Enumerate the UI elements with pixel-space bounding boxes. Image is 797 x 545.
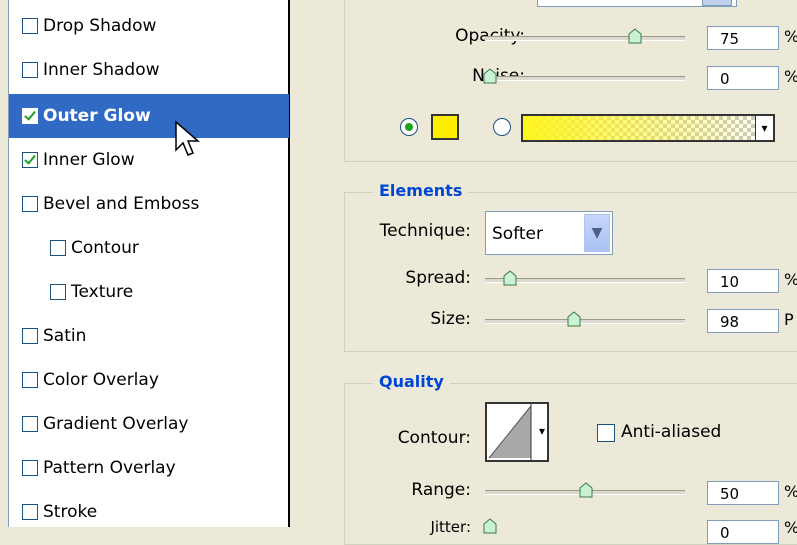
solid-color-radio[interactable] bbox=[400, 118, 418, 136]
spread-unit: % bbox=[784, 270, 797, 289]
size-label: Size: bbox=[430, 309, 471, 329]
style-item-label: Satin bbox=[43, 326, 87, 346]
opacity-slider[interactable] bbox=[485, 36, 685, 41]
anti-aliased-checkbox[interactable] bbox=[597, 424, 615, 442]
noise-unit: % bbox=[784, 67, 797, 86]
style-item-inner-shadow[interactable]: Inner Shadow bbox=[9, 48, 289, 92]
style-item-label: Drop Shadow bbox=[43, 16, 157, 36]
noise-input[interactable]: 0 bbox=[707, 66, 779, 90]
technique-select[interactable]: Softer ▼ bbox=[485, 211, 613, 255]
jitter-label: Jitter: bbox=[430, 518, 471, 536]
style-item-satin[interactable]: Satin bbox=[9, 314, 289, 358]
range-label: Range: bbox=[411, 480, 471, 500]
chevron-down-icon[interactable]: ▾ bbox=[539, 424, 545, 438]
quality-title: Quality bbox=[373, 372, 450, 391]
glow-gradient-picker[interactable]: ▾ bbox=[521, 114, 775, 142]
range-input[interactable]: 50 bbox=[707, 481, 779, 505]
outer-glow-checkbox[interactable] bbox=[22, 108, 38, 124]
opacity-input[interactable]: 75 bbox=[707, 26, 779, 50]
jitter-slider-thumb[interactable] bbox=[483, 518, 497, 534]
elements-group: Elements Technique: Softer ▼ Spread: 10 … bbox=[344, 181, 797, 352]
style-item-outer-glow[interactable]: Outer Glow bbox=[9, 94, 289, 138]
technique-value: Softer bbox=[492, 224, 543, 244]
style-item-label: Outer Glow bbox=[43, 106, 151, 126]
size-slider[interactable] bbox=[485, 319, 685, 324]
mouse-cursor-icon bbox=[175, 120, 201, 156]
chevron-down-icon[interactable]: ▼ bbox=[584, 214, 610, 252]
structure-group: Opacity: 75 % Noise: 0 % ▾ bbox=[344, 0, 797, 162]
style-item-texture[interactable]: Texture bbox=[9, 270, 289, 314]
opacity-slider-thumb[interactable] bbox=[628, 28, 642, 44]
style-item-gradient-overlay[interactable]: Gradient Overlay bbox=[9, 402, 289, 446]
style-item-bevel-emboss[interactable]: Bevel and Emboss bbox=[9, 182, 289, 226]
drop-shadow-checkbox[interactable] bbox=[22, 18, 38, 34]
glow-color-swatch[interactable] bbox=[431, 114, 459, 140]
style-item-label: Stroke bbox=[43, 502, 98, 522]
quality-group: Quality Contour: ▾ Anti-aliased Range: 5… bbox=[344, 372, 797, 545]
texture-checkbox[interactable] bbox=[50, 284, 66, 300]
style-item-label: Pattern Overlay bbox=[43, 458, 176, 478]
chevron-down-icon[interactable]: ▾ bbox=[755, 116, 773, 140]
inner-shadow-checkbox[interactable] bbox=[22, 62, 38, 78]
inner-glow-checkbox[interactable] bbox=[22, 152, 38, 168]
jitter-input[interactable]: 0 bbox=[707, 520, 779, 544]
style-item-label: Color Overlay bbox=[43, 370, 159, 390]
bevel-emboss-checkbox[interactable] bbox=[22, 196, 38, 212]
gradient-overlay-checkbox[interactable] bbox=[22, 416, 38, 432]
style-item-label: Inner Glow bbox=[43, 150, 135, 170]
jitter-unit: % bbox=[784, 518, 797, 537]
style-item-color-overlay[interactable]: Color Overlay bbox=[9, 358, 289, 402]
style-item-pattern-overlay[interactable]: Pattern Overlay bbox=[9, 446, 289, 490]
style-item-drop-shadow[interactable]: Drop Shadow bbox=[9, 4, 289, 48]
contour-label: Contour: bbox=[397, 428, 471, 448]
blend-mode-select[interactable] bbox=[537, 0, 737, 7]
outer-glow-settings: Opacity: 75 % Noise: 0 % ▾ Elements Tech… bbox=[292, 0, 797, 545]
style-item-contour[interactable]: Contour bbox=[9, 226, 289, 270]
style-item-label: Gradient Overlay bbox=[43, 414, 189, 434]
styles-list: Drop Shadow Inner Shadow Outer Glow Inne… bbox=[8, 0, 290, 527]
style-item-label: Contour bbox=[71, 238, 139, 258]
spread-input[interactable]: 10 bbox=[707, 269, 779, 293]
spread-label: Spread: bbox=[405, 268, 471, 288]
contour-checkbox[interactable] bbox=[50, 240, 66, 256]
range-unit: % bbox=[784, 482, 797, 501]
range-slider-thumb[interactable] bbox=[579, 482, 593, 498]
size-slider-thumb[interactable] bbox=[567, 311, 581, 327]
noise-slider[interactable] bbox=[485, 76, 685, 81]
stroke-checkbox[interactable] bbox=[22, 504, 38, 520]
style-item-label: Inner Shadow bbox=[43, 60, 160, 80]
pattern-overlay-checkbox[interactable] bbox=[22, 460, 38, 476]
spread-slider-thumb[interactable] bbox=[503, 270, 517, 286]
elements-title: Elements bbox=[373, 181, 469, 200]
gradient-radio[interactable] bbox=[493, 118, 511, 136]
size-input[interactable]: 98 bbox=[707, 309, 779, 333]
color-overlay-checkbox[interactable] bbox=[22, 372, 38, 388]
style-item-label: Texture bbox=[71, 282, 134, 302]
opacity-unit: % bbox=[784, 27, 797, 46]
satin-checkbox[interactable] bbox=[22, 328, 38, 344]
style-item-stroke[interactable]: Stroke bbox=[9, 490, 289, 534]
size-unit: P bbox=[784, 310, 794, 329]
anti-aliased-label: Anti-aliased bbox=[621, 422, 722, 442]
style-item-label: Bevel and Emboss bbox=[43, 194, 200, 214]
noise-slider-thumb[interactable] bbox=[483, 68, 497, 84]
contour-picker[interactable]: ▾ bbox=[485, 402, 549, 462]
style-item-inner-glow[interactable]: Inner Glow bbox=[9, 138, 289, 182]
technique-label: Technique: bbox=[379, 221, 471, 241]
